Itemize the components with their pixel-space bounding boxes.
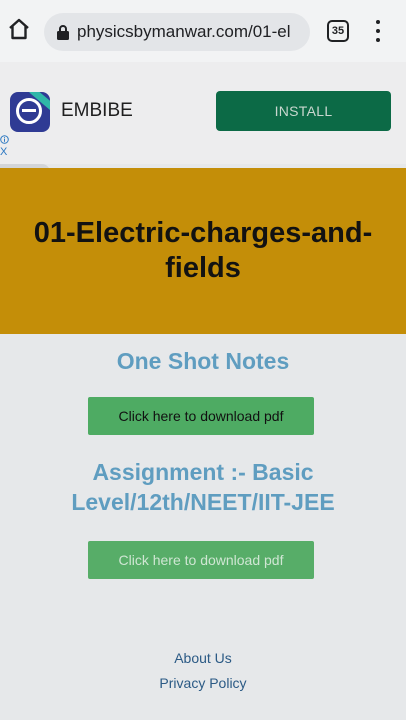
tab-switcher-button[interactable]: 35 [327, 20, 349, 42]
download-pdf-button-notes[interactable]: Click here to download pdf [88, 397, 314, 435]
footer-link-privacy[interactable]: Privacy Policy [0, 675, 406, 691]
main-content: One Shot Notes Click here to download pd… [0, 334, 406, 720]
lock-icon [57, 25, 69, 40]
tab-count: 35 [331, 25, 345, 37]
ad-banner: EMBIBE INSTALL X [0, 62, 406, 164]
footer-link-about[interactable]: About Us [0, 650, 406, 666]
section-heading-notes: One Shot Notes [116, 348, 290, 374]
close-icon[interactable]: X [0, 147, 7, 158]
home-icon[interactable] [6, 16, 32, 42]
embibe-logo[interactable] [10, 92, 50, 132]
url-text: physicsbymanwar.com/01-el [77, 22, 291, 41]
info-icon[interactable] [0, 135, 9, 144]
section-heading-assignment: Assignment :- Basic Level/12th/NEET/IIT-… [71, 459, 335, 515]
browser-toolbar: physicsbymanwar.com/01-el 35 [0, 0, 406, 62]
hero-banner: 01-Electric-charges-and-fields [0, 168, 406, 334]
install-button[interactable]: INSTALL [216, 91, 391, 131]
download-pdf-button-assignment[interactable]: Click here to download pdf [88, 541, 314, 579]
more-vert-icon[interactable] [370, 18, 386, 44]
address-bar[interactable]: physicsbymanwar.com/01-el [44, 13, 310, 51]
ad-brand-name: EMBIBE [61, 100, 133, 121]
page-title: 01-Electric-charges-and-fields [33, 217, 373, 284]
